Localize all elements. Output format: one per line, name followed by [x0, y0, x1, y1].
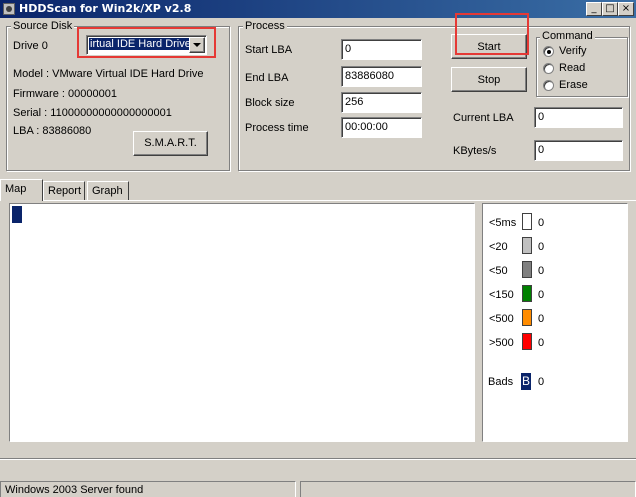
legend-count: 0	[538, 289, 545, 301]
process-title: Process	[243, 20, 287, 32]
legend-count: 0	[538, 241, 545, 253]
legend-count: 0	[538, 313, 545, 325]
end-lba-label: End LBA	[245, 72, 289, 84]
close-button[interactable]: ×	[618, 2, 634, 16]
legend-swatch	[522, 309, 532, 326]
tab-strip-line	[0, 200, 636, 201]
smart-button[interactable]: S.M.A.R.T.	[133, 131, 208, 156]
map-block	[12, 206, 22, 223]
legend-label: <500	[489, 313, 514, 325]
start-lba-input[interactable]: 0	[341, 39, 422, 60]
radio-erase[interactable]	[543, 80, 554, 91]
current-lba-label: Current LBA	[453, 112, 514, 124]
tab-report[interactable]: Report	[43, 181, 85, 200]
maximize-button[interactable]: □	[602, 2, 618, 16]
start-lba-label: Start LBA	[245, 44, 293, 56]
legend-label: <50	[489, 265, 508, 277]
legend-swatch	[522, 333, 532, 350]
drive-label: Drive 0	[13, 40, 48, 52]
bads-count: 0	[538, 376, 545, 388]
minimize-button[interactable]: _	[586, 2, 602, 16]
legend-label: <150	[489, 289, 514, 301]
radio-verify-label[interactable]: Verify	[559, 45, 587, 57]
end-lba-input[interactable]: 83886080	[341, 66, 422, 87]
lba-info: LBA : 83886080	[13, 125, 92, 137]
status-panel-2	[300, 481, 636, 497]
radio-erase-label[interactable]: Erase	[559, 79, 588, 91]
bads-label: Bads	[488, 376, 514, 388]
surface-map	[9, 203, 475, 442]
process-time-field: 00:00:00	[341, 117, 422, 138]
legend-swatch	[522, 237, 532, 254]
tab-map[interactable]: Map	[0, 179, 43, 201]
bottom-separator-highlight	[0, 459, 636, 460]
radio-read-label[interactable]: Read	[559, 62, 585, 74]
start-highlight-box	[455, 13, 529, 55]
legend-label: <5ms	[489, 217, 517, 229]
tab-graph[interactable]: Graph	[87, 181, 129, 200]
radio-verify[interactable]	[543, 46, 554, 57]
current-lba-field: 0	[534, 107, 623, 128]
app-icon	[3, 3, 15, 15]
legend-swatch	[522, 213, 532, 230]
drive-highlight-box	[77, 27, 216, 58]
radio-read[interactable]	[543, 63, 554, 74]
legend-count: 0	[538, 337, 545, 349]
block-size-label: Block size	[245, 97, 295, 109]
legend-count: 0	[538, 265, 545, 277]
window-title: HDDScan for Win2k/XP v2.8	[19, 2, 192, 15]
serial-info: Serial : 11000000000000000001	[13, 107, 172, 119]
kbytes-field: 0	[534, 140, 623, 161]
status-text: Windows 2003 Server found	[0, 481, 296, 497]
process-time-label: Process time	[245, 122, 309, 134]
block-size-input[interactable]: 256	[341, 92, 422, 113]
legend-label: <20	[489, 241, 508, 253]
source-disk-title: Source Disk	[11, 20, 75, 32]
legend-label: >500	[489, 337, 514, 349]
bads-swatch: B	[521, 373, 531, 390]
kbytes-label: KBytes/s	[453, 145, 497, 157]
model-info: Model : VMware Virtual IDE Hard Drive	[13, 68, 204, 80]
legend-swatch	[522, 261, 532, 278]
firmware-info: Firmware : 00000001	[13, 88, 117, 100]
legend-count: 0	[538, 217, 545, 229]
stop-button[interactable]: Stop	[451, 67, 527, 92]
command-title: Command	[540, 30, 595, 42]
legend-swatch	[522, 285, 532, 302]
